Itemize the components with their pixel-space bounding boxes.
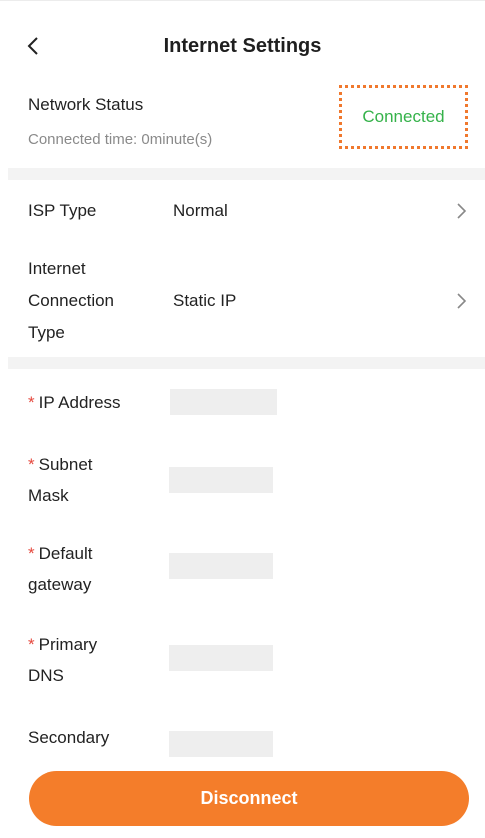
ip-address-field[interactable] (170, 389, 277, 415)
primary-dns-field[interactable] (169, 645, 273, 671)
default-gateway-label: * Default gateway (28, 544, 93, 594)
connection-type-label: Internet Connection Type (28, 259, 115, 342)
required-mark: * (28, 544, 35, 563)
disconnect-button[interactable]: Disconnect (29, 771, 469, 826)
network-status-label: Network Status (28, 95, 144, 114)
default-gateway-field[interactable] (169, 553, 273, 579)
connected-time: Connected time: 0minute(s) (28, 131, 213, 148)
subnet-mask-field[interactable] (169, 467, 273, 493)
subnet-mask-label: * Subnet Mask (28, 455, 93, 505)
required-mark: * (28, 393, 35, 412)
chevron-right-icon (457, 203, 467, 219)
required-mark: * (28, 455, 35, 474)
isp-type-value: Normal (173, 201, 228, 220)
status-badge: Connected (339, 85, 468, 149)
chevron-right-icon (457, 293, 467, 309)
section-divider (8, 357, 485, 369)
secondary-dns-field[interactable] (169, 731, 273, 757)
section-divider (8, 168, 485, 180)
primary-dns-label: * Primary DNS (28, 635, 98, 685)
isp-type-label: ISP Type (28, 201, 97, 220)
secondary-dns-label: Secondary (28, 728, 110, 747)
required-mark: * (28, 635, 35, 654)
connection-type-value: Static IP (173, 291, 237, 310)
ip-address-label: * IP Address (28, 393, 121, 412)
header: Internet Settings (0, 0, 485, 93)
page-title: Internet Settings (163, 35, 322, 57)
